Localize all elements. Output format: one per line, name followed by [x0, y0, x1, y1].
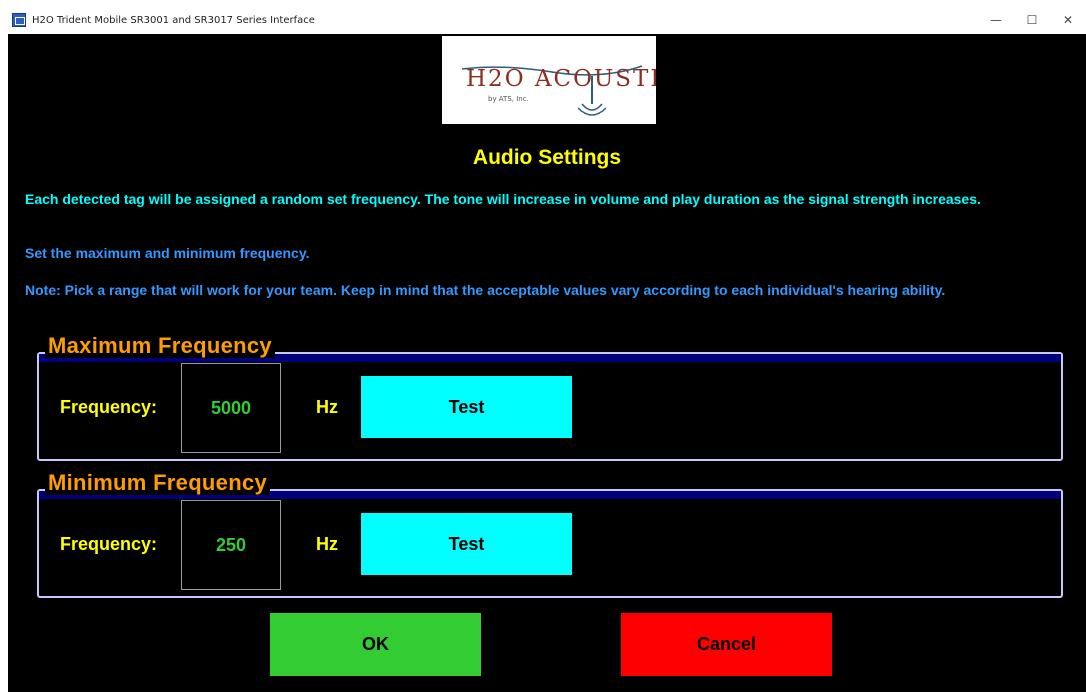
- minimize-button[interactable]: —: [978, 6, 1014, 34]
- cancel-button[interactable]: Cancel: [621, 613, 832, 676]
- title-bar: H2O Trident Mobile SR3001 and SR3017 Ser…: [8, 6, 1086, 34]
- maximum-frequency-legend: Maximum Frequency: [45, 334, 275, 358]
- page-title: Audio Settings: [472, 146, 622, 169]
- minimum-frequency-input[interactable]: [181, 500, 281, 590]
- window-title: H2O Trident Mobile SR3001 and SR3017 Ser…: [32, 14, 315, 26]
- dialog-content: H2O ACOUSTICS by ATS, Inc. Audio Setting…: [8, 34, 1086, 692]
- ok-button[interactable]: OK: [270, 613, 481, 676]
- maximum-frequency-label: Frequency:: [60, 397, 158, 417]
- window-controls: — ☐ ✕: [978, 6, 1086, 34]
- svg-text:by ATS, Inc.: by ATS, Inc.: [488, 95, 529, 103]
- minimum-test-button[interactable]: Test: [361, 513, 572, 575]
- logo: H2O ACOUSTICS by ATS, Inc.: [442, 36, 697, 124]
- maximum-test-button[interactable]: Test: [361, 376, 572, 438]
- maximum-frequency-unit: Hz: [316, 397, 338, 417]
- minimum-frequency-label: Frequency:: [60, 534, 158, 554]
- note-text: Note: Pick a range that will work for yo…: [25, 282, 946, 298]
- minimum-frequency-unit: Hz: [316, 534, 338, 554]
- maximize-button[interactable]: ☐: [1014, 6, 1050, 34]
- app-window: H2O Trident Mobile SR3001 and SR3017 Ser…: [8, 6, 1086, 692]
- description-text: Each detected tag will be assigned a ran…: [25, 191, 981, 207]
- close-button[interactable]: ✕: [1050, 6, 1086, 34]
- h2o-acoustics-logo: H2O ACOUSTICS by ATS, Inc.: [461, 65, 697, 116]
- app-icon: [12, 13, 26, 27]
- instruction-text: Set the maximum and minimum frequency.: [25, 245, 310, 261]
- maximum-frequency-input[interactable]: [181, 363, 281, 453]
- svg-text:H2O ACOUSTICS: H2O ACOUSTICS: [466, 66, 656, 92]
- minimum-frequency-legend: Minimum Frequency: [45, 471, 271, 495]
